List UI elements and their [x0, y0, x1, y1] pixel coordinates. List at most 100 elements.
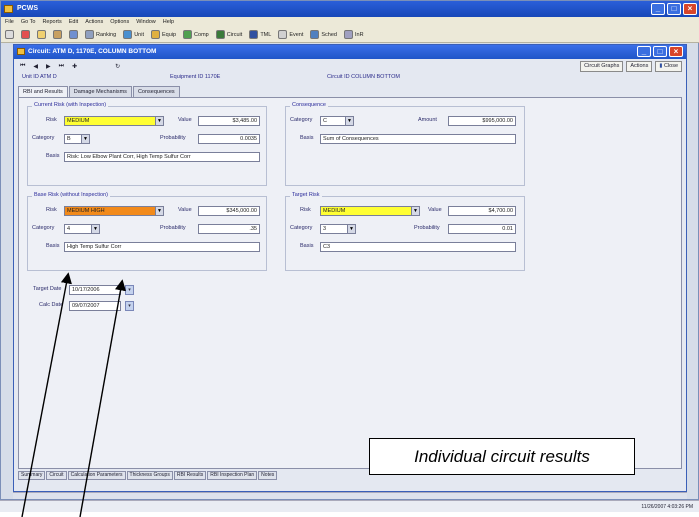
base-category-select[interactable]: 4 ▼ [64, 224, 100, 234]
base-basis-field[interactable]: High Temp Sulfur Corr [64, 242, 260, 252]
chevron-down-icon: ▼ [155, 117, 163, 125]
event-icon [278, 30, 288, 39]
current-risk-select[interactable]: MEDIUM ▼ [64, 116, 164, 126]
calc-date-label: Calc Date [39, 302, 64, 308]
app-title-bar: PCWS _ □ × [1, 1, 699, 17]
calendar-icon[interactable]: ▾ [125, 285, 134, 295]
status-bar: 11/26/2007 4:03:26 PM [0, 500, 699, 512]
tab-thickness-groups[interactable]: Thickness Groups [126, 471, 173, 480]
toolbar-paste[interactable] [53, 30, 62, 39]
current-value-label: Value [178, 117, 192, 123]
tab-summary[interactable]: Summary [18, 471, 46, 480]
toolbar-unit-label: Unit [134, 31, 144, 38]
menu-help[interactable]: Help [163, 17, 174, 27]
menu-goto[interactable]: Go To [21, 17, 36, 27]
toolbar-equip[interactable]: Equip [150, 30, 176, 39]
consequence-basis-field[interactable]: Sum of Consequences [320, 134, 516, 144]
base-value-label: Value [178, 207, 192, 213]
target-value-field[interactable]: $4,700.00 [448, 206, 516, 216]
target-category-label: Category [290, 225, 313, 231]
chevron-down-icon: ▼ [411, 207, 419, 215]
toolbar-copy[interactable] [37, 30, 46, 39]
toolbar-inr[interactable]: InR [344, 30, 364, 39]
tab-damage-mechanisms[interactable]: Damage Mechanisms [68, 86, 132, 97]
toolbar-circuit-label: Circuit [226, 31, 243, 38]
first-record-icon[interactable]: ⏮ [20, 63, 25, 70]
circuit-minimize-button[interactable]: _ [637, 46, 651, 57]
circuit-close-button[interactable]: × [669, 46, 683, 57]
new-record-icon[interactable]: ✚ [72, 63, 77, 70]
current-basis-field[interactable]: Risk: Low Elbow Plant Corr, High Temp Su… [64, 152, 260, 162]
next-record-icon[interactable]: ▶ [46, 63, 51, 70]
target-risk-value: MEDIUM [323, 208, 346, 214]
base-category-label: Category [32, 225, 55, 231]
application-window: PCWS _ □ × File Go To Reports Edit Actio… [0, 0, 699, 500]
current-value-field[interactable]: $3,485.00 [198, 116, 260, 126]
toolbar-save[interactable] [69, 30, 78, 39]
consequence-category-select[interactable]: C ▼ [320, 116, 354, 126]
toolbar-sched[interactable]: Sched [310, 30, 337, 39]
target-category-select[interactable]: 3 ▼ [320, 224, 356, 234]
current-probability-field[interactable]: 0.0035 [198, 134, 260, 144]
toolbar-event[interactable]: Event [278, 30, 303, 39]
toolbar-tml[interactable]: TML [249, 30, 271, 39]
current-risk-label: Risk [46, 117, 57, 123]
tab-rbi-inspection-plan[interactable]: RBI Inspection Plan [207, 471, 258, 480]
chevron-down-icon: ▼ [91, 225, 99, 233]
close-button[interactable]: × [683, 3, 697, 15]
base-value-field[interactable]: $345,000.00 [198, 206, 260, 216]
maximize-button[interactable]: □ [667, 3, 681, 15]
schedule-icon [310, 30, 320, 39]
toolbar-print[interactable] [5, 30, 14, 39]
close-window-button[interactable]: ▮ Close [655, 61, 682, 72]
circuit-window-title: Circuit: ATM D, 1170E, COLUMN BOTTOM [28, 48, 157, 55]
delete-icon [21, 30, 30, 39]
circuit-window-icon [17, 48, 25, 55]
target-risk-select[interactable]: MEDIUM ▼ [320, 206, 420, 216]
previous-record-icon[interactable]: ◀ [33, 63, 38, 70]
current-basis-label: Basis [46, 153, 60, 159]
toolbar-comp-label: Comp [194, 31, 209, 38]
tab-consequences[interactable]: Consequences [132, 86, 180, 97]
toolbar-comp[interactable]: Comp [183, 30, 209, 39]
menu-reports[interactable]: Reports [42, 17, 61, 27]
target-probability-label: Probability [414, 225, 440, 231]
actions-button[interactable]: Actions [626, 61, 653, 72]
tab-calculation-parameters[interactable]: Calculation Parameters [67, 471, 126, 480]
base-risk-select[interactable]: MEDIUM HIGH ▼ [64, 206, 164, 216]
circuit-maximize-button[interactable]: □ [653, 46, 667, 57]
tab-rbi-results-bottom[interactable]: RBI Results [173, 471, 207, 480]
toolbar-circuit[interactable]: Circuit [215, 30, 243, 39]
horizontal-scrollbar[interactable] [13, 492, 687, 499]
base-probability-field[interactable]: .35 [198, 224, 260, 234]
menu-file[interactable]: File [5, 17, 14, 27]
calendar-icon[interactable]: ▾ [125, 301, 134, 311]
toolbar-ranking[interactable]: Ranking [85, 30, 116, 39]
comp-icon [183, 30, 193, 39]
equipment-id: Equipment ID 1170E [170, 74, 221, 80]
menu-actions[interactable]: Actions [85, 17, 103, 27]
target-probability-field[interactable]: 0.01 [448, 224, 516, 234]
toolbar-delete[interactable] [21, 30, 30, 39]
tab-circuit[interactable]: Circuit [46, 471, 67, 480]
equip-icon [150, 30, 160, 39]
target-date-field[interactable]: 10/17/2006 [69, 285, 121, 295]
calc-date-field[interactable]: 09/07/2007 [69, 301, 121, 311]
toolbar-unit[interactable]: Unit [123, 30, 144, 39]
target-basis-field[interactable]: C3 [320, 242, 516, 252]
circuit-graphs-button[interactable]: Circuit Graphs [580, 61, 624, 72]
menu-options[interactable]: Options [110, 17, 129, 27]
last-record-icon[interactable]: ⏭ [59, 63, 64, 70]
tab-rbi-results[interactable]: RBI and Results [18, 86, 68, 97]
menu-edit[interactable]: Edit [69, 17, 78, 27]
base-risk-group: Base Risk (without Inspection) Risk MEDI… [27, 192, 267, 271]
target-risk-label: Risk [300, 207, 311, 213]
tab-notes[interactable]: Notes [258, 471, 278, 480]
target-basis-label: Basis [300, 243, 314, 249]
refresh-icon[interactable]: ↻ [115, 63, 120, 70]
circuit-id: Circuit ID COLUMN BOTTOM [327, 74, 400, 80]
menu-window[interactable]: Window [136, 17, 156, 27]
current-category-select[interactable]: B ▼ [64, 134, 90, 144]
consequence-amount-field[interactable]: $995,000.00 [448, 116, 516, 126]
minimize-button[interactable]: _ [651, 3, 665, 15]
